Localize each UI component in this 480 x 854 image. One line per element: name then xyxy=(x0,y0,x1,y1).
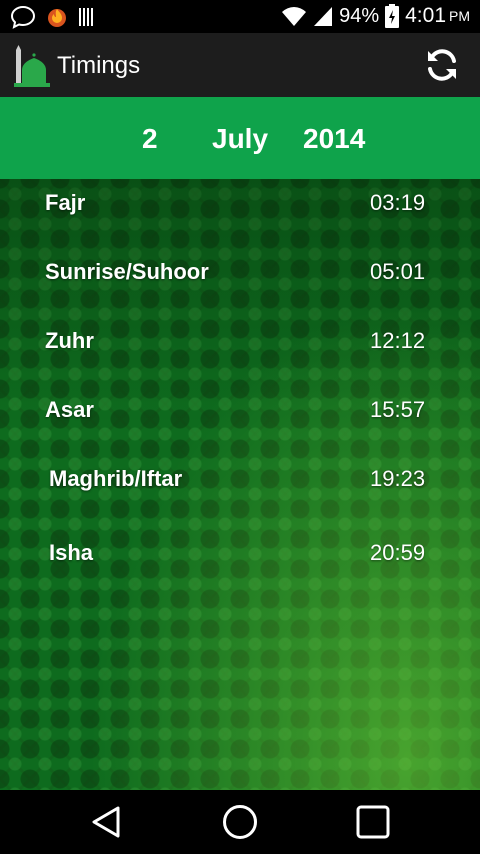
prayer-time: 20:59 xyxy=(370,540,426,565)
battery-icon xyxy=(385,4,400,28)
prayer-name: Maghrib/Iftar xyxy=(49,466,183,491)
barcode-icon xyxy=(79,8,93,26)
prayer-time: 03:19 xyxy=(370,190,426,215)
home-circle-icon[interactable] xyxy=(222,804,258,840)
prayer-name: Fajr xyxy=(45,190,86,215)
prayer-name: Sunrise/Suhoor xyxy=(45,259,209,284)
prayer-name: Isha xyxy=(49,540,94,565)
date-year: 2014 xyxy=(303,123,366,154)
prayer-name: Asar xyxy=(45,397,94,422)
signal-icon xyxy=(314,7,333,26)
prayer-row-isha: Isha 20:59 xyxy=(0,540,480,580)
date-month: July xyxy=(212,123,269,154)
timings-list: Fajr 03:19 Sunrise/Suhoor 05:01 Zuhr 12:… xyxy=(0,179,480,790)
prayer-time: 12:12 xyxy=(370,328,426,353)
prayer-row-maghrib: Maghrib/Iftar 19:23 xyxy=(0,466,480,506)
date-bar: 2 July 2014 xyxy=(0,97,480,179)
chat-bubble-icon xyxy=(10,5,36,29)
wifi-icon xyxy=(282,7,307,26)
prayer-time: 05:01 xyxy=(370,259,426,284)
date-day: 2 xyxy=(142,123,158,154)
flame-icon xyxy=(48,9,66,27)
clock-time: 4:01 xyxy=(405,4,446,27)
recents-square-icon[interactable] xyxy=(355,804,391,840)
mosque-app-icon xyxy=(14,45,50,87)
prayer-row-zuhr: Zuhr 12:12 xyxy=(0,328,480,368)
refresh-icon[interactable] xyxy=(424,47,460,83)
prayer-time: 15:57 xyxy=(370,397,426,422)
page-title: Timings xyxy=(57,52,141,79)
action-bar: Timings xyxy=(0,33,480,97)
battery-percent: 94% xyxy=(339,4,380,27)
status-bar: 94% 4:01 PM xyxy=(0,0,480,33)
prayer-time: 19:23 xyxy=(370,466,426,491)
prayer-name: Zuhr xyxy=(45,328,94,353)
prayer-row-asar: Asar 15:57 xyxy=(0,397,480,437)
navigation-bar xyxy=(0,790,480,854)
prayer-row-sunrise: Sunrise/Suhoor 05:01 xyxy=(0,259,480,299)
clock-ampm: PM xyxy=(449,8,470,24)
prayer-row-fajr: Fajr 03:19 xyxy=(0,190,480,230)
back-triangle-icon[interactable] xyxy=(88,804,124,840)
